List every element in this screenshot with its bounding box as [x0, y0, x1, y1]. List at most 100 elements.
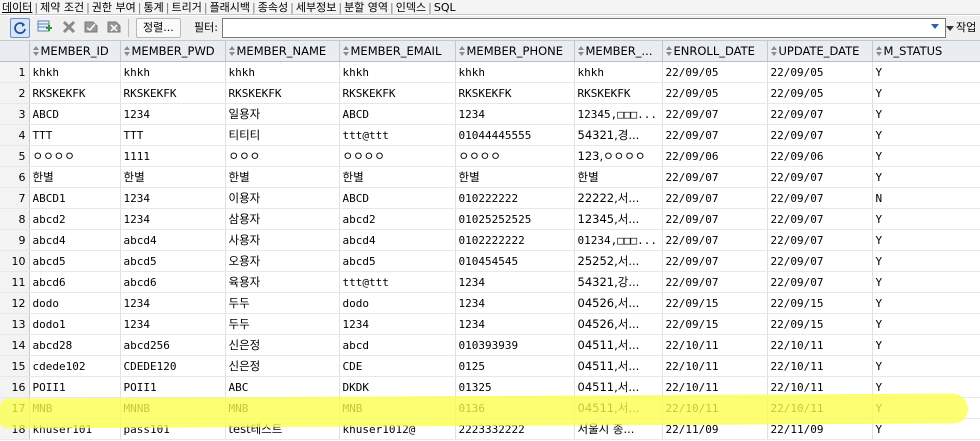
- table-cell[interactable]: abcd256: [120, 334, 226, 356]
- table-row[interactable]: 7 ABCD1 1234 이용자 ABCD 010222222 22222,서... 22/0…: [0, 187, 980, 209]
- table-cell[interactable]: Y: [872, 166, 980, 188]
- table-cell[interactable]: Y: [872, 229, 980, 251]
- table-cell[interactable]: 01044445555: [455, 124, 575, 146]
- table-cell[interactable]: 12345,□□□...: [574, 103, 663, 125]
- table-cell[interactable]: 한별: [455, 166, 575, 188]
- table-cell[interactable]: abcd4: [339, 229, 456, 251]
- table-cell[interactable]: ㅇㅇㅇㅇ: [339, 145, 456, 167]
- table-cell[interactable]: 22/09/07: [662, 271, 768, 293]
- table-cell[interactable]: 01234,□□□...: [574, 229, 663, 251]
- sort-button[interactable]: 정렬...: [136, 18, 181, 38]
- table-cell[interactable]: ABCD: [339, 103, 456, 125]
- table-row[interactable]: 5 ㅇㅇㅇㅇ 1111 ㅇㅇㅇ ㅇㅇㅇㅇ ㅇㅇㅇㅇ 123,ㅇㅇㅇㅇ 22/09/06 22/0…: [0, 145, 980, 167]
- table-cell[interactable]: 1234: [339, 313, 456, 335]
- column-header[interactable]: MEMBER_...: [574, 41, 663, 62]
- table-cell[interactable]: DKDK: [339, 376, 456, 398]
- table-cell[interactable]: 22/09/07: [662, 166, 768, 188]
- table-cell[interactable]: 두두: [225, 313, 340, 335]
- column-header[interactable]: MEMBER_EMAIL: [339, 41, 456, 62]
- table-cell[interactable]: khkh: [455, 61, 575, 83]
- table-cell[interactable]: Y: [872, 145, 980, 167]
- tab-8[interactable]: 분할 영역: [342, 1, 390, 14]
- table-row[interactable]: 13 dodo1 1234 두두 1234 1234 04526,서... 22/09/15 2…: [0, 313, 980, 335]
- row-number[interactable]: 6: [0, 166, 30, 188]
- table-cell[interactable]: 22/09/15: [662, 313, 768, 335]
- actions-menu[interactable]: 작업: [946, 20, 976, 36]
- table-cell[interactable]: test테스트: [225, 418, 340, 440]
- table-cell[interactable]: 04526,서...: [574, 313, 663, 335]
- table-cell[interactable]: 1234: [455, 271, 575, 293]
- row-number[interactable]: 14: [0, 334, 30, 356]
- row-number[interactable]: 7: [0, 187, 30, 209]
- table-cell[interactable]: ABCD: [29, 103, 121, 125]
- tab-1[interactable]: 제약 조건: [38, 1, 86, 14]
- column-header[interactable]: ENROLL_DATE: [662, 41, 768, 62]
- table-cell[interactable]: 1234: [455, 313, 575, 335]
- table-cell[interactable]: 이용자: [225, 187, 340, 209]
- table-cell[interactable]: 010454545: [455, 250, 575, 272]
- table-cell[interactable]: Y: [872, 355, 980, 377]
- row-number[interactable]: 9: [0, 229, 30, 251]
- table-cell[interactable]: 한별: [120, 166, 226, 188]
- tab-6[interactable]: 종속성: [256, 1, 290, 14]
- table-cell[interactable]: RKSKEKFK: [29, 82, 121, 104]
- table-cell[interactable]: 1234: [120, 313, 226, 335]
- table-cell[interactable]: cdede102: [29, 355, 121, 377]
- table-cell[interactable]: RKSKEKFK: [225, 82, 340, 104]
- table-cell[interactable]: MNB: [225, 397, 340, 419]
- table-row[interactable]: 1 khkh khkh khkh khkh khkh khkh 22/09/05 22/09/0…: [0, 61, 980, 83]
- table-cell[interactable]: 04526,서...: [574, 292, 663, 314]
- table-cell[interactable]: khkh: [29, 61, 121, 83]
- table-cell[interactable]: khuser101: [29, 418, 121, 440]
- rollback-button[interactable]: [105, 18, 123, 36]
- table-row[interactable]: 17 MNB MNNB MNB MNB 0136 04511,서... 22/10/11 22/…: [0, 397, 980, 419]
- refresh-button[interactable]: [10, 18, 30, 38]
- table-row[interactable]: 6 한별 한별 한별 한별 한별 한별 22/09/07 22/09/07 Y: [0, 166, 980, 188]
- table-cell[interactable]: 22/09/07: [767, 229, 873, 251]
- table-cell[interactable]: Y: [872, 61, 980, 83]
- table-cell[interactable]: abcd4: [29, 229, 121, 251]
- tab-7[interactable]: 세부정보: [294, 1, 338, 14]
- table-cell[interactable]: dodo: [339, 292, 456, 314]
- tab-9[interactable]: 인덱스: [394, 1, 428, 14]
- table-cell[interactable]: khkh: [225, 61, 340, 83]
- table-cell[interactable]: abcd6: [120, 271, 226, 293]
- table-cell[interactable]: Y: [872, 82, 980, 104]
- table-row[interactable]: 12 dodo 1234 두두 dodo 1234 04526,서... 22/09/15 22…: [0, 292, 980, 314]
- table-cell[interactable]: RKSKEKFK: [574, 82, 663, 104]
- table-cell[interactable]: 22/10/11: [767, 355, 873, 377]
- tab-10[interactable]: SQL: [432, 1, 458, 14]
- table-cell[interactable]: N: [872, 187, 980, 209]
- table-cell[interactable]: 22/09/05: [767, 82, 873, 104]
- tab-5[interactable]: 플래시백: [208, 1, 252, 14]
- table-cell[interactable]: RKSKEKFK: [120, 82, 226, 104]
- table-cell[interactable]: Y: [872, 313, 980, 335]
- table-cell[interactable]: abcd: [339, 334, 456, 356]
- table-cell[interactable]: 04511,서...: [574, 376, 663, 398]
- table-row[interactable]: 10 abcd5 abcd5 오용자 abcd5 010454545 25252,서... 2…: [0, 250, 980, 272]
- table-cell[interactable]: 22/09/07: [662, 187, 768, 209]
- table-cell[interactable]: CDE: [339, 355, 456, 377]
- row-number[interactable]: 13: [0, 313, 30, 335]
- table-cell[interactable]: ABCD: [339, 187, 456, 209]
- table-cell[interactable]: 사용자: [225, 229, 340, 251]
- table-row[interactable]: 18 khuser101 pass101 test테스트 khuser1012@ 2223…: [0, 418, 980, 440]
- table-cell[interactable]: dodo: [29, 292, 121, 314]
- table-cell[interactable]: 22/09/15: [767, 313, 873, 335]
- table-cell[interactable]: dodo1: [29, 313, 121, 335]
- table-cell[interactable]: 22/09/07: [767, 103, 873, 125]
- column-header[interactable]: M_STATUS: [872, 41, 980, 62]
- filter-input[interactable]: [222, 18, 946, 38]
- table-row[interactable]: 8 abcd2 1234 삼용자 abcd2 01025252525 12345,서... 2…: [0, 208, 980, 230]
- tab-0[interactable]: 데이터: [0, 1, 34, 14]
- row-number[interactable]: 17: [0, 397, 30, 419]
- table-cell[interactable]: 22/09/07: [767, 271, 873, 293]
- table-cell[interactable]: 1234: [455, 103, 575, 125]
- table-cell[interactable]: POII1: [120, 376, 226, 398]
- table-cell[interactable]: RKSKEKFK: [455, 82, 575, 104]
- table-cell[interactable]: 22/10/11: [662, 376, 768, 398]
- row-number[interactable]: 4: [0, 124, 30, 146]
- table-cell[interactable]: 1234: [120, 103, 226, 125]
- row-number[interactable]: 8: [0, 208, 30, 230]
- table-cell[interactable]: TTT: [120, 124, 226, 146]
